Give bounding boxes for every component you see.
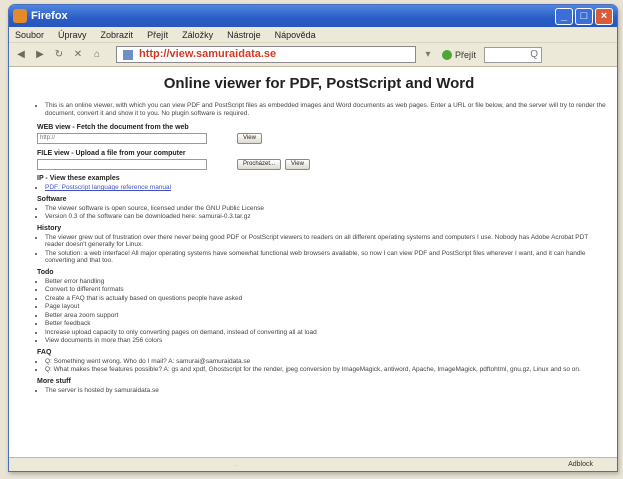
address-bar[interactable]: http://view.samuraidata.se	[116, 46, 416, 63]
faq-section: FAQ Q: Something went wrong. Who do I ma…	[31, 349, 607, 374]
close-button[interactable]: ×	[595, 7, 613, 25]
file-view-button[interactable]: View	[285, 159, 310, 170]
list-item: Q: Something went wrong. Who do I mail? …	[45, 358, 607, 366]
menu-bar: Soubor Úpravy Zobrazit Přejít Záložky Ná…	[9, 27, 617, 43]
window-title: Firefox	[31, 10, 68, 22]
menu-edit[interactable]: Úpravy	[58, 30, 87, 40]
examples-section: IP - View these examples PDF: Postscript…	[31, 175, 607, 192]
go-button[interactable]: Přejít	[442, 49, 477, 60]
menu-bookmarks[interactable]: Záložky	[182, 30, 213, 40]
search-icon: Q	[530, 48, 539, 60]
address-url: http://view.samuraidata.se	[139, 48, 277, 60]
list-item: View documents in more than 256 colors	[45, 337, 607, 345]
file-field[interactable]	[37, 159, 207, 170]
history-section: History The viewer grew out of frustrati…	[31, 225, 607, 265]
list-item: The viewer grew out of frustration over …	[45, 234, 607, 249]
browse-button[interactable]: Procházet...	[237, 159, 282, 170]
firefox-icon	[13, 9, 27, 23]
navigation-toolbar: ◀ ▶ ↻ ✕ ⌂ http://view.samuraidata.se ▾ P…	[9, 43, 617, 67]
url-field[interactable]: http://	[37, 133, 207, 144]
list-item: Better area zoom support	[45, 312, 607, 320]
list-item: The viewer software is open source, lice…	[45, 205, 607, 213]
examples-heading: IP - View these examples	[37, 175, 120, 182]
about-section: More stuff The server is hosted by samur…	[31, 378, 607, 395]
minimize-button[interactable]: _	[555, 7, 573, 25]
software-heading: Software	[37, 195, 67, 203]
todo-section: Todo Better error handling Convert to di…	[31, 269, 607, 345]
title-bar: Firefox _ □ ×	[9, 5, 617, 27]
file-view-heading: FILE view - Upload a file from your comp…	[37, 150, 186, 157]
menu-tools[interactable]: Nástroje	[227, 30, 261, 40]
list-item: Page layout	[45, 303, 607, 311]
go-icon	[442, 49, 452, 60]
list-item: The server is hosted by samuraidata.se	[45, 387, 607, 395]
web-view-button[interactable]: View	[237, 133, 262, 144]
list-item: The solution: a web interface! All major…	[45, 250, 607, 265]
list-item: Q: What makes these features possible? A…	[45, 366, 607, 374]
software-section: Software The viewer software is open sou…	[31, 196, 607, 221]
stop-icon[interactable]: ✕	[70, 47, 86, 63]
list-item: Convert to different formats	[45, 286, 607, 294]
status-marker: ·	[235, 463, 237, 469]
about-heading: More stuff	[37, 377, 71, 385]
list-item: Create a FAQ that is actually based on q…	[45, 295, 607, 303]
reload-icon[interactable]: ↻	[51, 47, 67, 63]
intro-list: This is an online viewer, with which you…	[45, 102, 607, 118]
history-heading: History	[37, 224, 62, 232]
example-link[interactable]: PDF: Postscript language reference manua…	[45, 184, 607, 192]
menu-view[interactable]: Zobrazit	[101, 30, 134, 40]
intro-text: This is an online viewer, with which you…	[45, 102, 607, 118]
web-view-form: http:// View	[37, 133, 607, 144]
back-icon[interactable]: ◀	[13, 47, 29, 63]
forward-icon[interactable]: ▶	[32, 47, 48, 63]
page-favicon-icon	[123, 49, 133, 60]
browser-window: Firefox _ □ × Soubor Úpravy Zobrazit Pře…	[8, 4, 618, 472]
home-icon[interactable]: ⌂	[89, 47, 105, 63]
menu-file[interactable]: Soubor	[15, 30, 44, 40]
page-title: Online viewer for PDF, PostScript and Wo…	[163, 75, 475, 92]
go-label: Přejít	[455, 49, 477, 60]
file-view-form: Procházet... View	[37, 159, 607, 170]
menu-go[interactable]: Přejít	[147, 30, 168, 40]
dropdown-icon[interactable]: ▾	[420, 47, 436, 63]
list-item: Better error handling	[45, 278, 607, 286]
web-view-heading: WEB view - Fetch the document from the w…	[37, 124, 189, 131]
list-item: Increase upload capacity to only convert…	[45, 329, 607, 337]
list-item: Better feedback	[45, 320, 607, 328]
adblock-status[interactable]: Adblock	[568, 458, 593, 471]
page-content: Online viewer for PDF, PostScript and Wo…	[9, 67, 617, 459]
todo-heading: Todo	[37, 268, 54, 276]
menu-help[interactable]: Nápověda	[275, 30, 316, 40]
faq-heading: FAQ	[37, 348, 52, 356]
list-item: Version 0.3 of the software can be downl…	[45, 213, 607, 221]
status-bar: · Adblock	[9, 457, 617, 471]
maximize-button[interactable]: □	[575, 7, 593, 25]
search-input[interactable]: Q	[484, 46, 543, 63]
